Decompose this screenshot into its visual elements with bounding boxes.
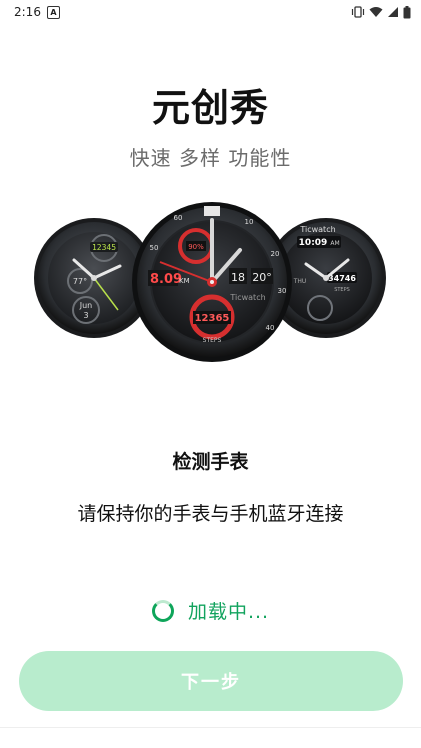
loading-spinner-icon	[151, 599, 174, 622]
instruction-text: 请保持你的手表与手机蓝牙连接	[77, 503, 344, 525]
app-subtitle: 快速 多样 功能性	[129, 146, 292, 170]
watch-face-center: 10 20 30 40 50 60 90% 8.09 KM 18 20° Tic…	[132, 202, 292, 362]
center-distance-text: 8.09	[150, 272, 182, 287]
loading-text: 加载中...	[187, 601, 270, 623]
wifi-icon	[369, 7, 383, 17]
center-bezel-40: 40	[266, 324, 275, 332]
left-steps-text: 12345	[92, 243, 116, 252]
right-brand-text: Ticwatch	[299, 225, 335, 234]
left-day-text: 3	[83, 311, 88, 320]
center-bezel-60: 60	[174, 214, 183, 222]
center-percent-text: 90%	[188, 243, 204, 251]
watch-faces-showcase: 12345 77° Jun 3 Ticwatch 10:09 AM THU 34…	[34, 202, 386, 362]
center-steps-label: STEPS	[203, 337, 222, 344]
status-time: 2:16	[14, 5, 41, 19]
center-bezel-20: 20	[271, 250, 280, 258]
status-bar: 2:16 A	[0, 0, 421, 24]
notification-icon: A	[46, 5, 60, 19]
battery-icon	[403, 5, 411, 18]
right-day-label: THU	[293, 278, 307, 285]
loading-indicator: 加载中...	[0, 597, 421, 624]
vibrate-icon	[351, 6, 365, 18]
right-time-suffix-text: AM	[330, 240, 339, 247]
center-bezel-50: 50	[150, 244, 159, 252]
center-distance-unit: KM	[179, 277, 190, 285]
section-title: 检测手表	[172, 451, 249, 473]
app-title: 元创秀	[151, 86, 269, 130]
center-bezel-10: 10	[245, 218, 254, 226]
center-hour-text: 18	[231, 271, 245, 284]
center-bezel-30: 30	[278, 287, 287, 295]
right-steps-text: 34746	[328, 274, 356, 283]
center-steps-text: 12365	[195, 313, 230, 324]
left-month-text: Jun	[79, 301, 93, 310]
center-brand-text: Ticwatch	[229, 293, 265, 302]
next-step-button[interactable]: 下一步	[19, 651, 403, 711]
center-temp-text: 20°	[252, 271, 272, 284]
nav-divider	[0, 727, 421, 728]
right-steps-label: STEPS	[334, 287, 350, 293]
right-time-text: 10:09	[299, 238, 328, 248]
left-temp-text: 77°	[73, 277, 87, 286]
signal-icon	[388, 7, 398, 17]
